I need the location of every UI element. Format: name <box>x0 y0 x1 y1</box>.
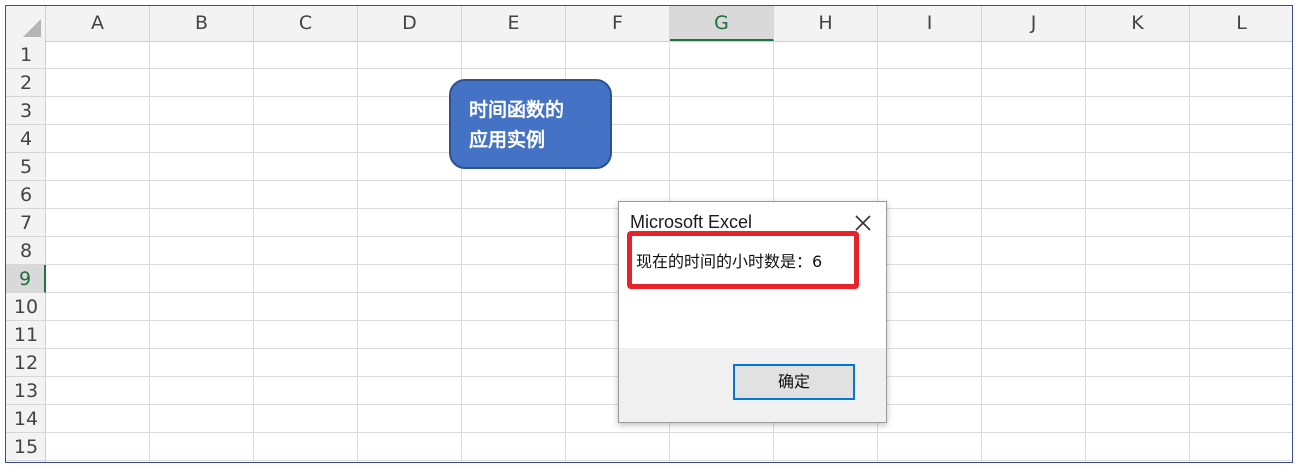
column-header-k[interactable]: K <box>1086 6 1190 41</box>
title-shape[interactable]: 时间函数的 应用实例 <box>449 79 612 169</box>
grid-line <box>149 41 150 462</box>
row-header-4[interactable]: 4 <box>6 125 46 153</box>
grid-line <box>253 41 254 462</box>
row-header-12[interactable]: 12 <box>6 349 46 377</box>
dialog-footer: 确定 <box>619 348 886 422</box>
row-header-5[interactable]: 5 <box>6 153 46 181</box>
row-header-bar: 1 2 3 4 5 6 7 8 9 10 11 12 13 14 15 <box>6 41 46 462</box>
row-header-9[interactable]: 9 <box>6 265 46 293</box>
row-header-6[interactable]: 6 <box>6 181 46 209</box>
grid-line <box>46 124 1292 125</box>
row-header-1[interactable]: 1 <box>6 41 46 69</box>
column-header-h[interactable]: H <box>774 6 878 41</box>
message-box-dialog: Microsoft Excel 现在的时间的小时数是：6 确定 <box>618 201 887 423</box>
grid-line <box>1085 41 1086 462</box>
row-header-2[interactable]: 2 <box>6 69 46 97</box>
row-header-8[interactable]: 8 <box>6 237 46 265</box>
dialog-title: Microsoft Excel <box>630 212 753 232</box>
grid-line <box>46 432 1292 433</box>
row-header-14[interactable]: 14 <box>6 405 46 433</box>
row-header-13[interactable]: 13 <box>6 377 46 405</box>
column-header-bar: A B C D E F G H I J K L <box>6 6 1292 42</box>
grid-line <box>46 460 1292 461</box>
grid-line <box>981 41 982 462</box>
column-header-g[interactable]: G <box>670 6 774 41</box>
row-header-3[interactable]: 3 <box>6 97 46 125</box>
grid-line <box>46 68 1292 69</box>
column-header-j[interactable]: J <box>982 6 1086 41</box>
grid-line <box>1189 41 1190 462</box>
column-header-a[interactable]: A <box>46 6 150 41</box>
row-header-10[interactable]: 10 <box>6 293 46 321</box>
ok-button[interactable]: 确定 <box>733 364 855 400</box>
column-header-f[interactable]: F <box>566 6 670 41</box>
column-header-d[interactable]: D <box>358 6 462 41</box>
select-all-corner[interactable] <box>6 6 46 41</box>
row-header-11[interactable]: 11 <box>6 321 46 349</box>
column-header-l[interactable]: L <box>1190 6 1292 41</box>
grid-line <box>46 180 1292 181</box>
select-all-triangle-icon <box>23 19 41 37</box>
excel-window: A B C D E F G H I J K L 1 2 3 4 5 6 7 8 … <box>5 5 1293 463</box>
title-shape-line1: 时间函数的 <box>469 99 565 121</box>
grid-line <box>46 96 1292 97</box>
row-header-7[interactable]: 7 <box>6 209 46 237</box>
column-header-i[interactable]: I <box>878 6 982 41</box>
column-header-b[interactable]: B <box>150 6 254 41</box>
grid-line <box>357 41 358 462</box>
grid-line <box>46 152 1292 153</box>
column-header-c[interactable]: C <box>254 6 358 41</box>
dialog-message: 现在的时间的小时数是：6 <box>636 252 823 271</box>
row-header-15[interactable]: 15 <box>6 433 46 461</box>
column-header-e[interactable]: E <box>462 6 566 41</box>
title-shape-line2: 应用实例 <box>469 129 546 151</box>
